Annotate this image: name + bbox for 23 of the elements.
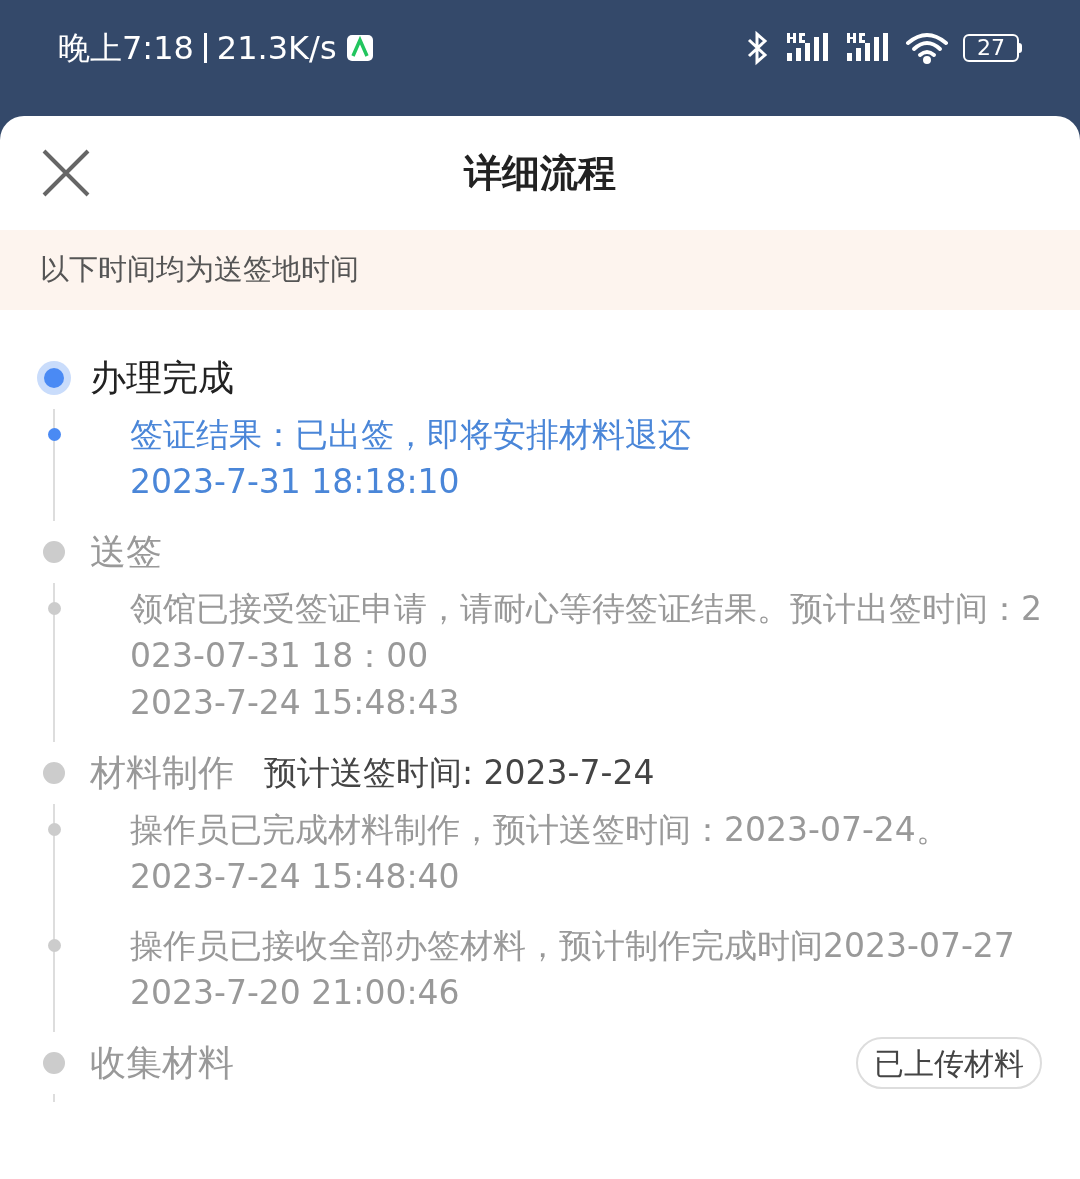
status-time: 晚上7:18 [58, 28, 194, 69]
event-text: 操作员已完成材料制作，预计送签时间：2023-07-24。 [130, 809, 949, 851]
event-time: 2023-7-20 21:00:46 [130, 972, 461, 1014]
stage-title: 办理完成 [90, 356, 234, 400]
close-button[interactable] [40, 147, 92, 199]
stage-title: 材料制作 [90, 751, 234, 795]
wifi-icon [905, 31, 949, 65]
event-text: 签证结果：已出签，即将安排材料退还 [130, 414, 691, 456]
stage-note: 预计送签时间: 2023-7-24 [264, 752, 655, 795]
status-badge: 已上传材料 [856, 1037, 1042, 1089]
event-text: 领馆已接受签证申请，请耐心等待签证结果。预计出签时间：2023-07-31 18：00 [130, 588, 1042, 677]
sheet-title: 详细流程 [464, 149, 616, 197]
close-icon [40, 147, 92, 199]
event-time: 2023-7-24 15:48:40 [130, 856, 461, 898]
notice-banner: 以下时间均为送签地时间 [0, 230, 1080, 310]
battery-icon: 27 [963, 34, 1022, 62]
event-text: 操作员已接收全部办签材料，预计制作完成时间2023-07-27 [130, 925, 1015, 967]
stage-title: 收集材料 [90, 1041, 234, 1085]
stage-title: 送签 [90, 530, 162, 574]
event-time: 2023-7-24 15:48:43 [130, 682, 461, 724]
app-icon [346, 35, 373, 61]
event-time: 2023-7-31 18:18:10 [130, 461, 461, 503]
network-speed: 21.3K/s [216, 28, 337, 69]
